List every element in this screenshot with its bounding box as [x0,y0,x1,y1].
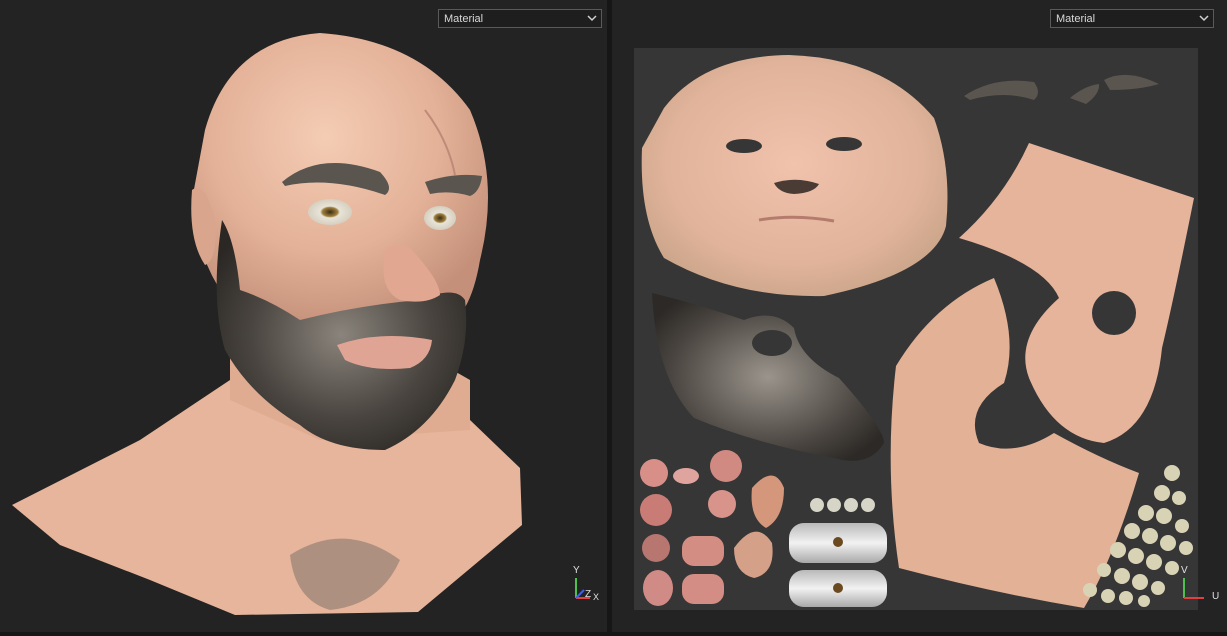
gizmo-y-label: Y [573,565,580,576]
gizmo-z-label: Z [585,589,592,600]
beard-uv-island [652,293,884,461]
beard-uv-hole [752,330,792,356]
uv-layout-render[interactable] [634,48,1198,610]
uv-eye-hole-right [826,137,862,151]
uv-shading-mode-value: Material [1056,13,1096,25]
scalp-uv-notch [1092,291,1136,335]
eyebrow-uv-right [1104,74,1159,90]
gizmo-x-label: X [593,592,600,602]
eyebrow-uv-mid [1070,84,1100,104]
small-uv-islands [640,450,784,606]
head-model-render[interactable] [0,0,607,632]
right-eye [424,206,456,230]
gizmo-v-label: V [1181,565,1188,576]
uv-viewport[interactable]: V U Material [612,0,1227,632]
shading-mode-dropdown[interactable]: Material [438,9,602,28]
uv-shading-mode-dropdown[interactable]: Material [1050,9,1214,28]
eyebrow-uv-left [964,80,1038,100]
shading-mode-value: Material [444,13,484,25]
chevron-down-icon [587,15,597,22]
chevron-down-icon [1199,15,1209,22]
face-uv-island [641,55,948,297]
uv-texture-space[interactable] [634,48,1198,610]
bottom-border [0,632,1227,636]
3d-viewport[interactable]: Y Z X Material [0,0,607,632]
left-eye [308,199,352,225]
gizmo-u-label: U [1212,591,1220,602]
uv-eye-hole-left [726,139,762,153]
eye-cornea-uv-islands [810,498,875,512]
